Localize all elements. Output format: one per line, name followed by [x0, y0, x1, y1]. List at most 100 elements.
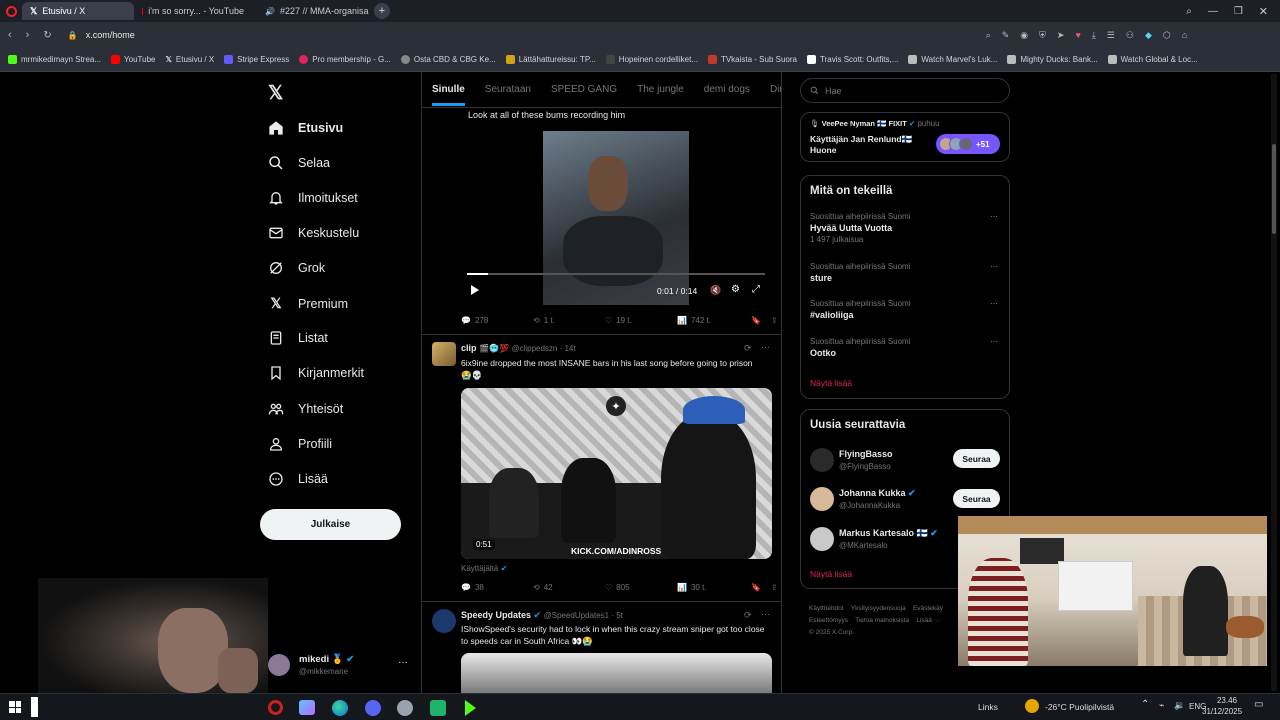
bookmark-icon[interactable]: 🔖	[751, 583, 761, 592]
grok-icon[interactable]: ⟳	[744, 610, 752, 621]
tab-list[interactable]: The jungle	[637, 84, 684, 95]
grok-icon[interactable]: ⟳	[744, 343, 752, 354]
bookmark-item[interactable]: Stripe Express	[224, 55, 289, 64]
nav-item-communities[interactable]: Yhteisöt	[268, 401, 343, 417]
account-icon[interactable]: ⚇	[1126, 30, 1134, 41]
page-scrollbar[interactable]	[1271, 74, 1277, 691]
menu-icon[interactable]: ☰	[1107, 30, 1115, 41]
tab-list[interactable]: Dima's Di	[770, 84, 781, 95]
network-icon[interactable]: ⌁	[1159, 700, 1164, 711]
search-taskbar-box[interactable]	[31, 697, 38, 717]
post-credit[interactable]: Käyttäjältä	[461, 564, 498, 573]
volume-icon[interactable]: 🔉	[1174, 700, 1185, 711]
x-logo-icon[interactable]: 𝕏	[268, 82, 283, 105]
nav-item-more[interactable]: Lisää	[268, 471, 328, 487]
tab-youtube[interactable]: i'm so sorry... - YouTube	[134, 2, 252, 20]
new-tab-button[interactable]: +	[374, 3, 390, 19]
nav-item-lists[interactable]: Listat	[268, 330, 328, 346]
extension-icon[interactable]: ◆	[1145, 30, 1152, 41]
links-toolbar[interactable]: Links	[978, 702, 998, 712]
nav-item-notifications[interactable]: Ilmoitukset	[268, 190, 358, 206]
avatar[interactable]	[432, 609, 456, 633]
lock-icon[interactable]: 🔒	[68, 31, 78, 40]
bookmark-item[interactable]: YouTube	[111, 55, 155, 64]
url-field[interactable]: x.com/home	[86, 30, 986, 40]
more-dots-icon[interactable]: ···	[990, 262, 998, 271]
nav-item-bookmarks[interactable]: Kirjanmerkit	[268, 365, 364, 381]
post-handle[interactable]: @SpeedUpdates1 · 5t	[544, 611, 623, 620]
aria-icon[interactable]: ⬡	[1163, 30, 1171, 41]
bookmark-icon[interactable]: 🔖	[751, 316, 761, 325]
speaker-icon[interactable]: 🔊	[265, 7, 275, 16]
settings-icon[interactable]: ⚙	[731, 284, 740, 295]
post-3-media[interactable]	[461, 653, 772, 693]
bookmark-item[interactable]: Osta CBD & CBG Ke...	[400, 55, 496, 64]
clock-date[interactable]: 31/12/2025	[1202, 707, 1242, 716]
bookmark-item[interactable]: 𝕏 Etusivu / X	[165, 55, 214, 64]
tab-list[interactable]: demi dogs	[704, 84, 750, 95]
heart-icon[interactable]: ♥	[1075, 30, 1080, 41]
more-dots-icon[interactable]: ···	[761, 342, 770, 352]
edit-icon[interactable]: ✎	[1002, 30, 1010, 41]
more-dots-icon[interactable]: ···	[990, 212, 998, 221]
bookmark-item[interactable]: Watch Marvel's Luk...	[908, 55, 997, 64]
post-button[interactable]: Julkaise	[260, 509, 401, 540]
repost-button[interactable]: ⟲ 42	[533, 583, 605, 592]
send-icon[interactable]: ➤	[1057, 30, 1065, 41]
live-space-card[interactable]: 🎙 VeePee Nyman 🇫🇮 FIXIT ✔ puhuu Käyttäjä…	[800, 112, 1010, 162]
camera-icon[interactable]: ◉	[1020, 30, 1028, 41]
post-handle[interactable]: @clippedszn · 14t	[511, 344, 575, 353]
bookmark-item[interactable]: Pro membership - G...	[299, 55, 391, 64]
more-dots-icon[interactable]: ···	[990, 337, 998, 346]
post-author[interactable]: clip	[461, 343, 477, 353]
reply-button[interactable]: 💬 38	[461, 583, 533, 592]
notifications-icon[interactable]: ▭	[1254, 699, 1263, 710]
weather-icon[interactable]	[1025, 699, 1039, 713]
download-icon[interactable]: ⤓	[1092, 30, 1096, 41]
reply-button[interactable]: 💬 278	[461, 316, 533, 325]
zoom-icon[interactable]: ⌕	[986, 30, 991, 41]
search-input[interactable]: Hae	[800, 78, 1010, 103]
shield-icon[interactable]: ⛨	[1039, 30, 1046, 41]
edge-taskbar-icon[interactable]	[332, 700, 348, 716]
more-dots-icon[interactable]: ···	[990, 299, 998, 308]
bookmark-item[interactable]: mrmikedimayn Strea...	[8, 55, 101, 64]
discord-taskbar-icon[interactable]	[365, 700, 381, 716]
tray-chevron-icon[interactable]: ⌃	[1141, 699, 1149, 710]
video-progress-track[interactable]	[467, 273, 765, 275]
tab-following[interactable]: Seurataan	[485, 84, 531, 95]
more-dots-icon[interactable]: ···	[398, 657, 408, 668]
tab-mma[interactable]: 🔊 #227 // MMA-organisa	[252, 2, 370, 20]
bookmark-item[interactable]: Watch Global & Loc...	[1107, 55, 1198, 64]
share-icon[interactable]: ⇪	[771, 316, 778, 325]
post-1-video[interactable]: 0:01 / 0:14 🔇 ⚙ ⤢	[461, 125, 771, 305]
show-more-link[interactable]: Näytä lisää	[810, 569, 852, 579]
bookmark-item[interactable]: Lättähattureissu: TP...	[505, 55, 596, 64]
trend-item[interactable]: Suosittua aihepiirissä Suomi sture ···	[810, 262, 1002, 283]
grok-enhance-icon[interactable]: ✦	[606, 396, 626, 416]
bookmark-item[interactable]: Hopeinen cordelliket...	[605, 55, 698, 64]
views-button[interactable]: 📊 742 t.	[677, 316, 749, 325]
minimize-icon[interactable]: —	[1208, 6, 1218, 17]
mute-icon[interactable]: 🔇	[710, 285, 721, 296]
close-window-icon[interactable]: ✕	[1259, 5, 1268, 18]
fullscreen-icon[interactable]: ⤢	[752, 284, 760, 295]
bookmark-item[interactable]: TVkaista - Sub Suora	[707, 55, 797, 64]
post-2-video[interactable]: ✦ 0:51 KICK.COM/ADINROSS	[461, 388, 772, 559]
back-icon[interactable]: ‹	[8, 29, 12, 41]
app-taskbar-icon[interactable]	[397, 700, 413, 716]
account-switcher[interactable]: mikedi 🏅 ✔ @mikkemane ···	[268, 652, 413, 682]
like-button[interactable]: ♡ 805	[605, 583, 677, 592]
post-author[interactable]: Speedy Updates	[461, 610, 531, 620]
nav-item-premium[interactable]: 𝕏 Premium	[268, 295, 348, 312]
restore-icon[interactable]: ❐	[1234, 6, 1243, 17]
show-more-link[interactable]: Näytä lisää	[810, 378, 852, 388]
kick-taskbar-icon[interactable]	[430, 700, 446, 716]
opera-taskbar-icon[interactable]	[268, 700, 283, 715]
search-tabs-icon[interactable]: ⌕	[1186, 6, 1192, 17]
tab-x-home[interactable]: 𝕏 Etusivu / X	[22, 2, 134, 20]
forward-icon[interactable]: ›	[26, 29, 30, 41]
play-icon[interactable]	[471, 285, 479, 295]
bookmark-item[interactable]: Mighty Ducks: Bank...	[1007, 55, 1098, 64]
weather-text[interactable]: -26°C Puolipilvistä	[1045, 702, 1114, 712]
